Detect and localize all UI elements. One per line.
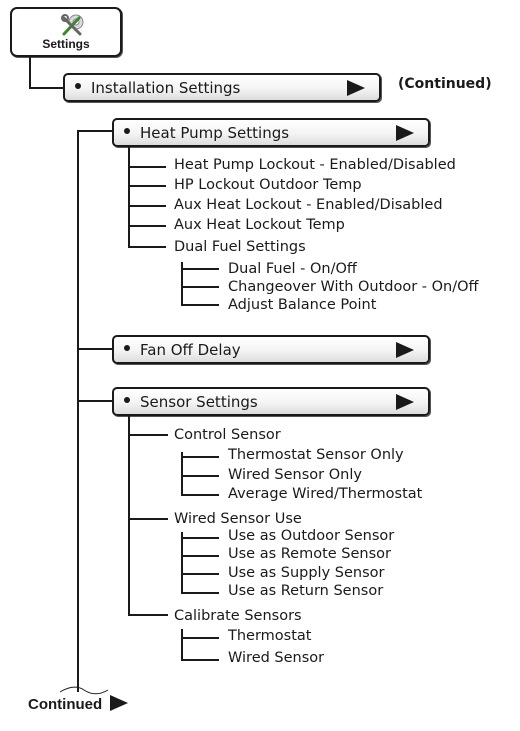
connector bbox=[29, 87, 63, 89]
menu-item[interactable]: Heat Pump Lockout - Enabled/Disabled bbox=[174, 156, 456, 174]
settings-root-label: Settings bbox=[42, 37, 90, 51]
menu-item[interactable]: Use as Remote Sensor bbox=[228, 545, 391, 563]
sensor-settings-label: Sensor Settings bbox=[124, 393, 258, 411]
connector bbox=[128, 166, 166, 168]
expand-arrow-icon[interactable] bbox=[396, 393, 414, 410]
connector bbox=[128, 434, 168, 436]
connector bbox=[181, 555, 219, 557]
bullet-icon bbox=[124, 345, 130, 351]
heat-pump-settings-label: Heat Pump Settings bbox=[124, 124, 289, 142]
menu-item[interactable]: Calibrate Sensors bbox=[174, 607, 302, 625]
connector bbox=[128, 225, 166, 227]
menu-item[interactable]: Aux Heat Lockout Temp bbox=[174, 216, 345, 234]
connector bbox=[128, 246, 166, 248]
connector bbox=[128, 147, 130, 248]
connector bbox=[128, 185, 166, 187]
connector bbox=[77, 348, 112, 350]
installation-settings-node[interactable]: Installation Settings bbox=[63, 73, 381, 102]
connector bbox=[181, 592, 219, 594]
menu-item[interactable]: Wired Sensor Use bbox=[174, 510, 302, 528]
menu-item[interactable]: Adjust Balance Point bbox=[228, 296, 376, 314]
connector bbox=[128, 416, 130, 616]
menu-item[interactable]: HP Lockout Outdoor Temp bbox=[174, 176, 362, 194]
expand-arrow-icon[interactable] bbox=[396, 341, 414, 358]
bullet-icon bbox=[75, 83, 81, 89]
connector bbox=[128, 614, 168, 616]
connector bbox=[128, 518, 168, 520]
menu-item[interactable]: Use as Supply Sensor bbox=[228, 564, 384, 582]
connector bbox=[181, 286, 219, 288]
continued-top-label: (Continued) bbox=[398, 76, 492, 92]
menu-item[interactable]: Average Wired/Thermostat bbox=[228, 485, 422, 503]
bullet-icon bbox=[124, 397, 130, 403]
sensor-settings-node[interactable]: Sensor Settings bbox=[112, 387, 430, 416]
connector bbox=[181, 268, 219, 270]
menu-item[interactable]: Dual Fuel - On/Off bbox=[228, 260, 357, 278]
connector bbox=[29, 57, 31, 88]
menu-item[interactable]: Thermostat Sensor Only bbox=[228, 446, 404, 464]
continued-link[interactable]: Continued bbox=[28, 695, 129, 713]
menu-item[interactable]: Wired Sensor bbox=[228, 649, 324, 667]
menu-item[interactable]: Dual Fuel Settings bbox=[174, 238, 306, 256]
settings-root-node[interactable]: Settings bbox=[10, 7, 122, 57]
menu-item[interactable]: Use as Outdoor Sensor bbox=[228, 527, 394, 545]
connector bbox=[181, 494, 219, 496]
heat-pump-settings-node[interactable]: Heat Pump Settings bbox=[112, 118, 430, 147]
connector bbox=[181, 456, 219, 458]
connector bbox=[181, 637, 219, 639]
connector bbox=[181, 537, 219, 539]
fan-off-delay-label: Fan Off Delay bbox=[124, 341, 241, 359]
menu-item[interactable]: Aux Heat Lockout - Enabled/Disabled bbox=[174, 196, 443, 214]
connector bbox=[181, 475, 219, 477]
menu-item[interactable]: Use as Return Sensor bbox=[228, 582, 383, 600]
menu-item[interactable]: Control Sensor bbox=[174, 426, 281, 444]
connector bbox=[181, 304, 219, 306]
connector bbox=[181, 659, 219, 661]
fan-off-delay-node[interactable]: Fan Off Delay bbox=[112, 335, 430, 364]
connector bbox=[181, 573, 219, 575]
trunk-line bbox=[77, 130, 79, 692]
connector bbox=[128, 205, 166, 207]
next-arrow-icon bbox=[110, 695, 129, 712]
settings-tools-icon bbox=[61, 14, 84, 36]
connector bbox=[181, 452, 183, 496]
connector bbox=[181, 629, 183, 661]
expand-arrow-icon[interactable] bbox=[396, 124, 414, 141]
menu-item[interactable]: Wired Sensor Only bbox=[228, 466, 362, 484]
connector bbox=[181, 532, 183, 594]
menu-item[interactable]: Changeover With Outdoor - On/Off bbox=[228, 278, 479, 296]
connector bbox=[77, 400, 112, 402]
menu-item[interactable]: Thermostat bbox=[228, 627, 311, 645]
installation-settings-label: Installation Settings bbox=[75, 79, 240, 97]
continued-label: Continued bbox=[28, 696, 103, 713]
bullet-icon bbox=[124, 128, 130, 134]
expand-arrow-icon[interactable] bbox=[347, 79, 365, 96]
connector bbox=[77, 130, 112, 132]
